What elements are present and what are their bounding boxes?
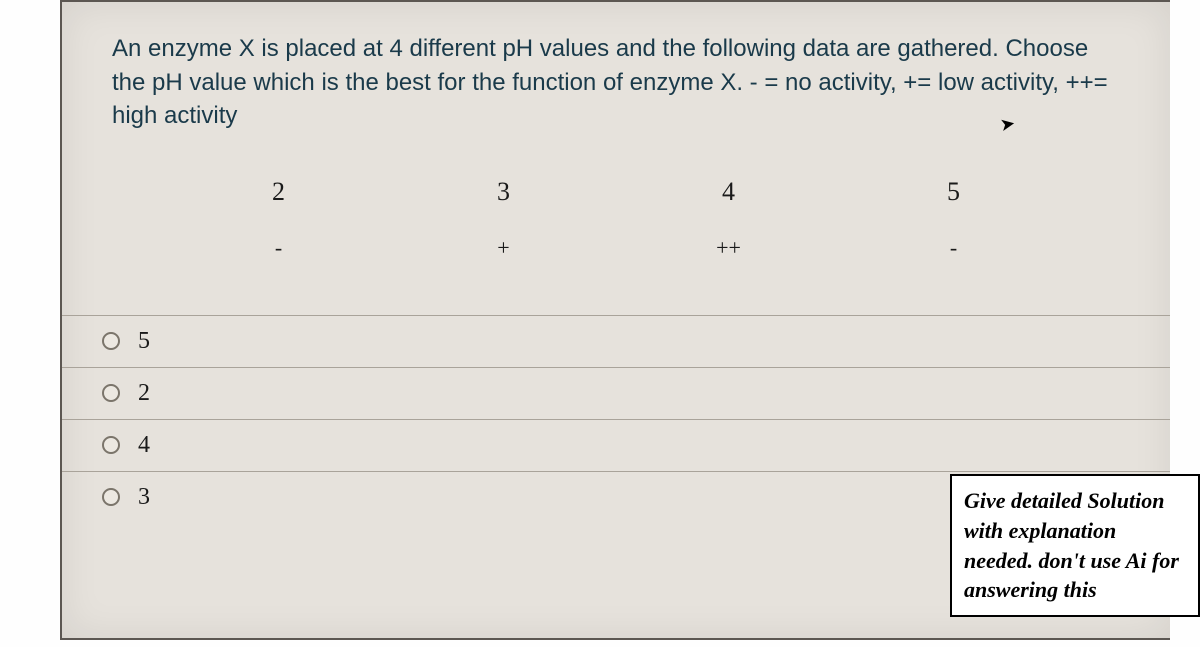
radio-icon[interactable]: [102, 332, 120, 350]
table-header-row: 2 3 4 5: [166, 163, 1066, 221]
option-row[interactable]: 2: [62, 368, 1170, 420]
option-label: 5: [138, 328, 150, 355]
option-row[interactable]: 5: [62, 316, 1170, 368]
activity-value: -: [894, 235, 1014, 261]
option-label: 3: [138, 484, 150, 511]
radio-icon[interactable]: [102, 488, 120, 506]
question-text: An enzyme X is placed at 4 different pH …: [62, 2, 1170, 133]
ph-header: 2: [219, 177, 339, 207]
option-label: 4: [138, 432, 150, 459]
option-label: 2: [138, 380, 150, 407]
cursor-icon: ➤: [998, 113, 1017, 136]
data-table: 2 3 4 5 - + ++ -: [166, 163, 1066, 275]
ph-header: 5: [894, 177, 1014, 207]
activity-value: -: [219, 235, 339, 261]
activity-value: +: [444, 235, 564, 261]
radio-icon[interactable]: [102, 436, 120, 454]
radio-icon[interactable]: [102, 384, 120, 402]
ph-header: 3: [444, 177, 564, 207]
activity-value: ++: [669, 235, 789, 261]
ph-header: 4: [669, 177, 789, 207]
table-value-row: - + ++ -: [166, 221, 1066, 275]
instruction-note: Give detailed Solution with explanation …: [950, 474, 1200, 617]
option-row[interactable]: 4: [62, 420, 1170, 472]
